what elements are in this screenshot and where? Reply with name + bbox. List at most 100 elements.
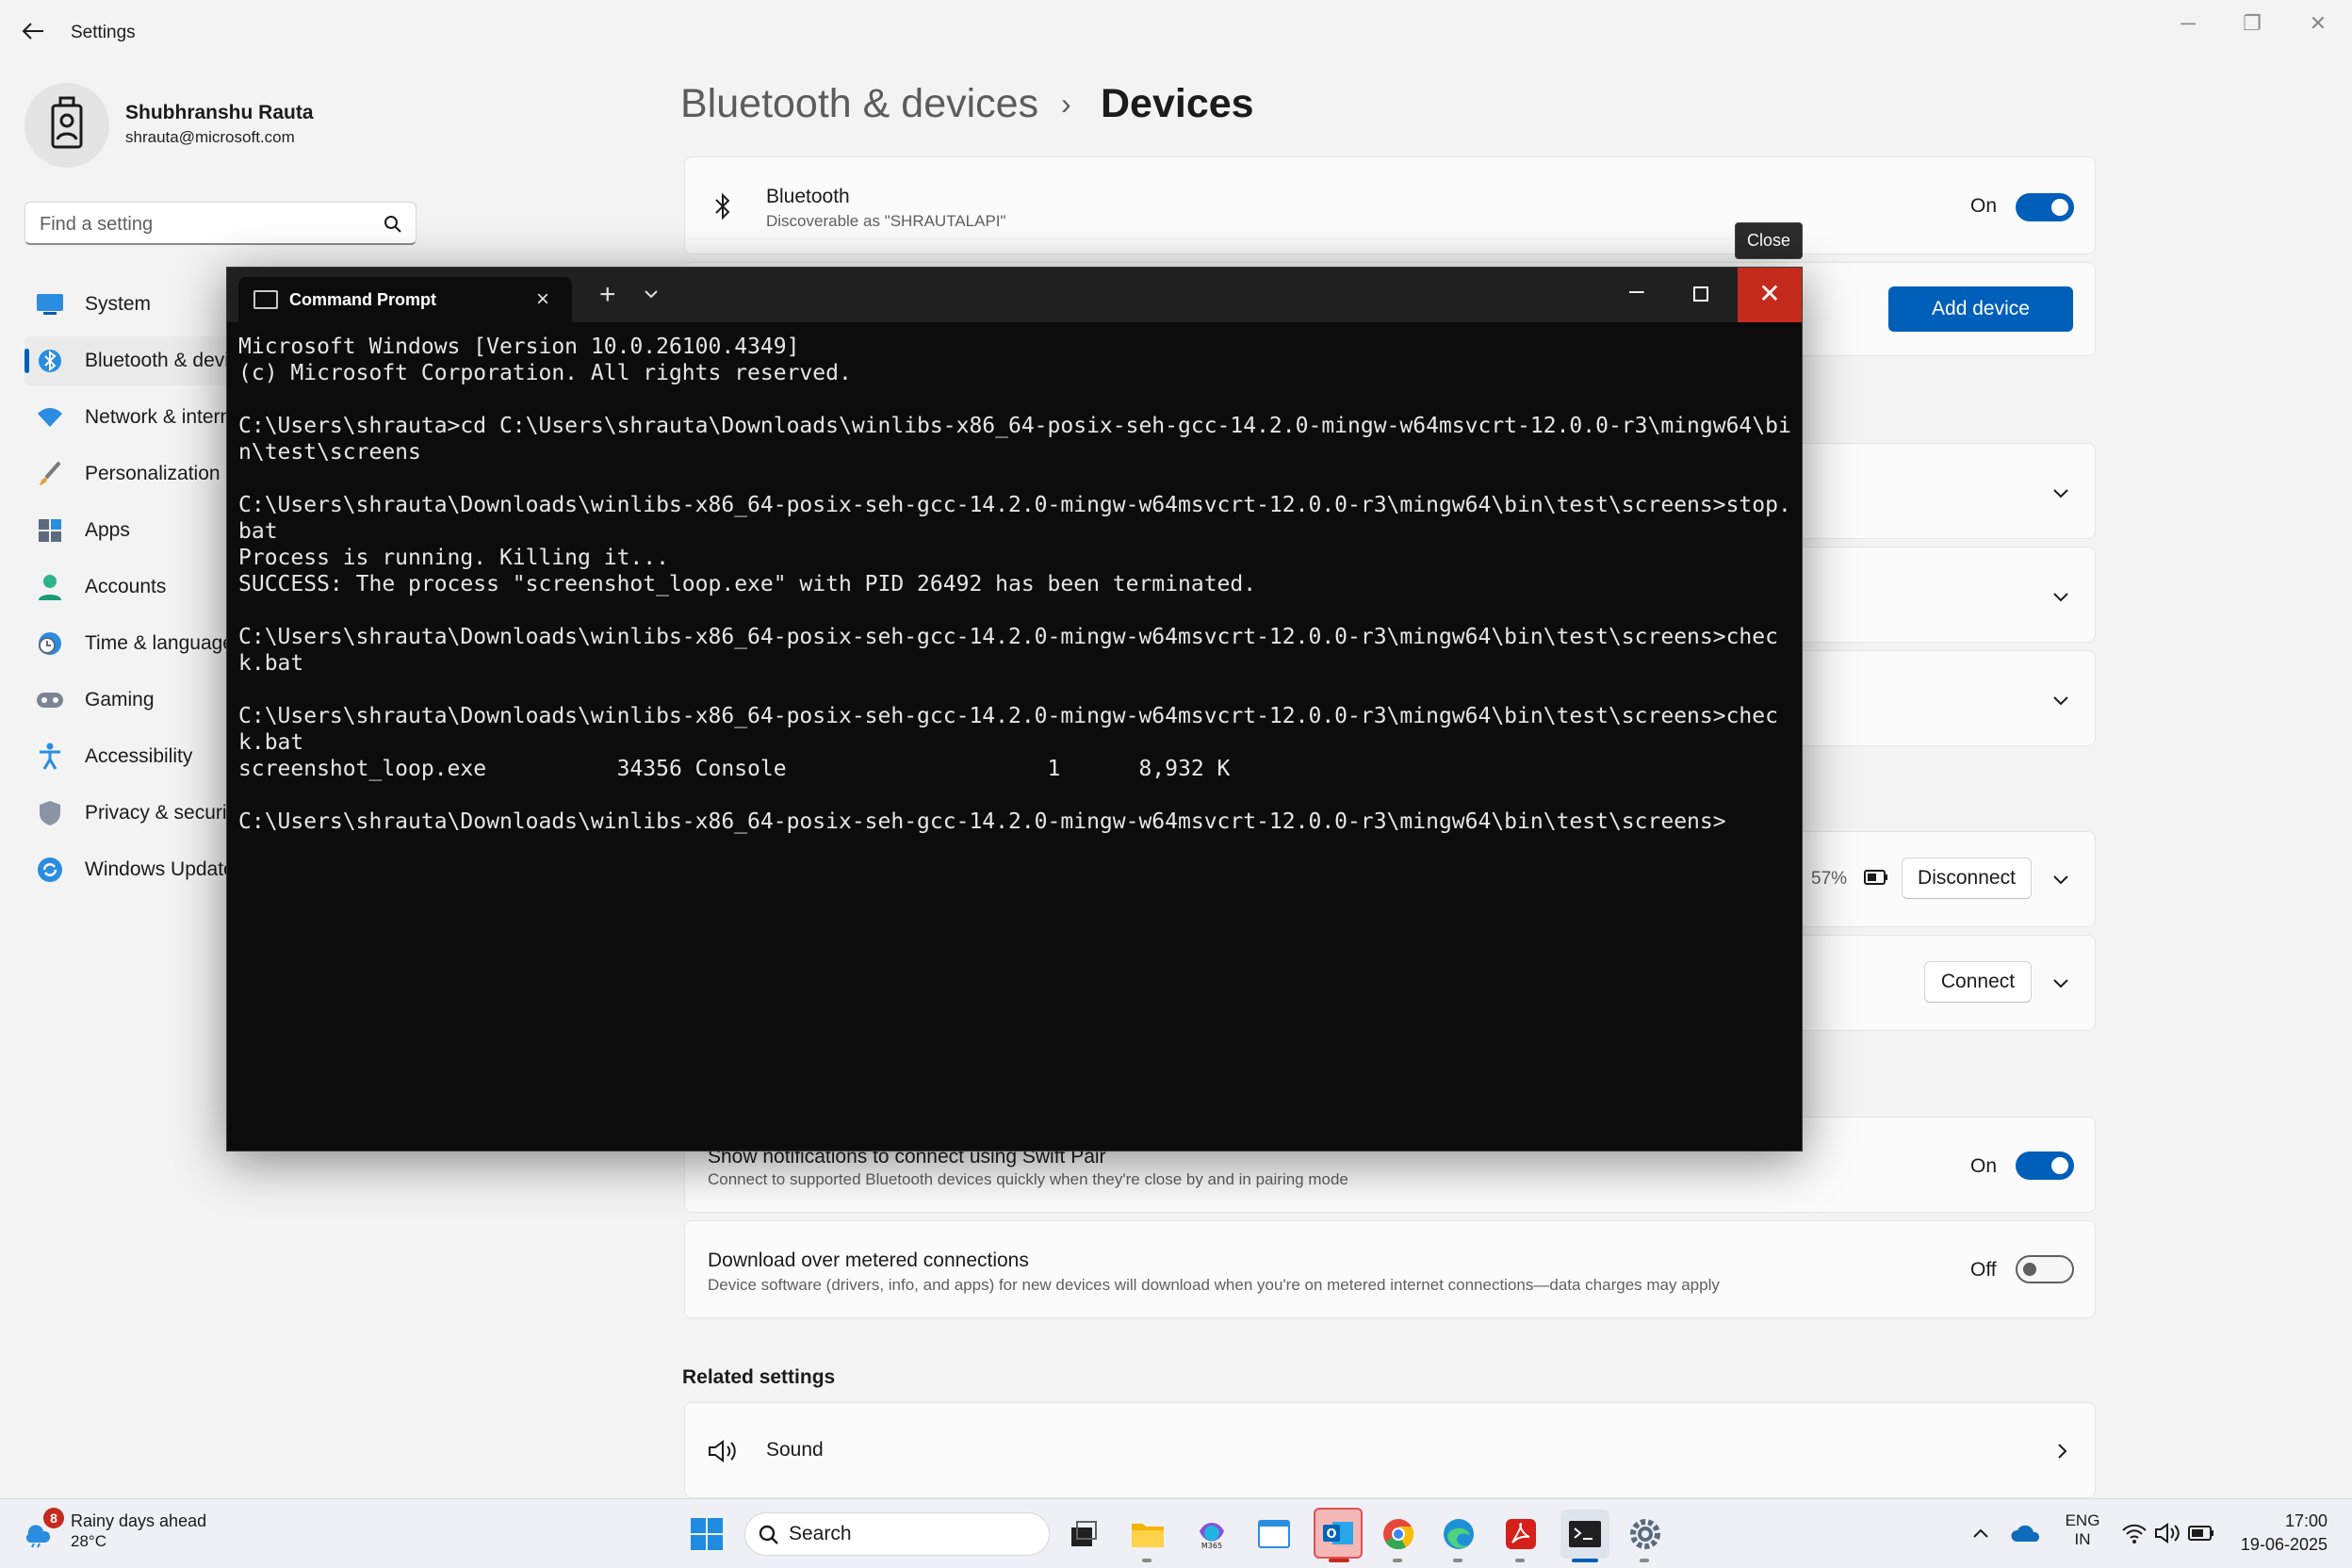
taskbar-search-label: Search: [789, 1523, 852, 1544]
window-app-icon[interactable]: [1253, 1513, 1295, 1555]
nav-label: Time & language: [85, 632, 234, 654]
cmd-close-button[interactable]: ✕: [1738, 268, 1802, 322]
running-indicator: [1515, 1559, 1525, 1562]
outlook-icon[interactable]: O: [1314, 1508, 1363, 1559]
terminal-output[interactable]: Microsoft Windows [Version 10.0.26100.43…: [238, 334, 1793, 835]
weather-text[interactable]: Rainy days ahead: [71, 1511, 206, 1531]
new-tab-icon[interactable]: +: [599, 279, 616, 311]
acrobat-icon[interactable]: [1500, 1513, 1542, 1555]
cmd-tab[interactable]: Command Prompt ×: [238, 277, 572, 322]
settings-search[interactable]: [24, 202, 416, 245]
chevron-down-icon[interactable]: [2050, 869, 2071, 890]
breadcrumb-parent[interactable]: Bluetooth & devices: [680, 81, 1038, 127]
nav-label: Privacy & security: [85, 802, 241, 824]
battery-icon[interactable]: [2188, 1525, 2214, 1542]
close-window-button[interactable]: ✕: [2299, 11, 2337, 36]
start-button[interactable]: [686, 1513, 727, 1555]
search-icon[interactable]: [384, 215, 402, 234]
window-title: Settings: [71, 23, 136, 42]
wifi-icon[interactable]: [2122, 1523, 2147, 1544]
nav-label: Accessibility: [85, 745, 193, 767]
nav-item-apps[interactable]: Apps: [24, 506, 241, 555]
restore-button[interactable]: ❐: [2233, 11, 2271, 36]
nav-item-time-language[interactable]: Time & language: [24, 619, 241, 668]
lang-line-2: IN: [2074, 1530, 2091, 1548]
accessibility-icon: [36, 743, 64, 771]
nav-item-accounts[interactable]: Accounts: [24, 563, 241, 612]
connect-button[interactable]: Connect: [1924, 961, 2032, 1003]
metered-toggle[interactable]: [2016, 1255, 2074, 1283]
chevron-up-icon[interactable]: [1971, 1525, 1990, 1544]
search-input[interactable]: [40, 214, 360, 236]
bluetooth-icon: [36, 347, 64, 375]
nav-item-accessibility[interactable]: Accessibility: [24, 732, 241, 781]
bluetooth-title: Bluetooth: [766, 186, 850, 207]
settings-gear-icon[interactable]: [1625, 1513, 1666, 1555]
disconnect-button[interactable]: Disconnect: [1902, 858, 2032, 899]
add-device-button[interactable]: Add device: [1888, 286, 2073, 332]
shield-icon: [36, 799, 64, 827]
nav-label: Gaming: [85, 689, 155, 710]
cmd-minimize-button[interactable]: –: [1629, 275, 1644, 305]
chrome-icon[interactable]: [1378, 1513, 1419, 1555]
avatar[interactable]: [24, 83, 109, 168]
command-prompt-window[interactable]: Command Prompt × + – ✕ Microsoft Windows…: [226, 267, 1803, 1152]
edge-icon[interactable]: [1438, 1513, 1479, 1555]
active-indicator: [24, 349, 29, 373]
running-indicator: [1142, 1559, 1152, 1562]
bluetooth-subtitle: Discoverable as "SHRAUTALAPI": [766, 212, 1006, 230]
breadcrumb-separator: ›: [1061, 87, 1071, 121]
chevron-down-icon[interactable]: [2050, 690, 2071, 710]
file-explorer-icon[interactable]: [1127, 1513, 1168, 1555]
volume-icon[interactable]: [2154, 1523, 2180, 1544]
close-tab-icon[interactable]: ×: [536, 286, 549, 313]
terminal-app-icon[interactable]: [1560, 1510, 1609, 1559]
bluetooth-card: Bluetooth Discoverable as "SHRAUTALAPI" …: [684, 156, 2096, 254]
nav-item-privacy[interactable]: Privacy & security: [24, 789, 241, 838]
weather-badge: 8: [43, 1508, 64, 1528]
taskbar: [0, 1498, 2352, 1568]
swift-pair-toggle[interactable]: [2016, 1152, 2074, 1180]
chevron-down-icon[interactable]: [2050, 586, 2071, 607]
back-arrow-icon[interactable]: [21, 21, 45, 41]
user-name: Shubhranshu Rauta: [125, 102, 314, 123]
nav-label: System: [85, 293, 152, 315]
battery-icon: [1864, 870, 1887, 885]
m365-icon[interactable]: M365: [1191, 1513, 1233, 1555]
nav-item-system[interactable]: System: [24, 280, 241, 329]
nav-item-windows-update[interactable]: Windows Update: [24, 845, 241, 894]
terminal-icon: [253, 290, 278, 309]
swift-pair-subtitle: Connect to supported Bluetooth devices q…: [708, 1170, 1348, 1188]
minimize-button[interactable]: ─: [2169, 11, 2207, 36]
clock-date: 19-06-2025: [2240, 1535, 2328, 1554]
onedrive-icon[interactable]: [2011, 1523, 2041, 1544]
nav-label: Bluetooth & devices: [85, 350, 241, 371]
cmd-maximize-button[interactable]: [1693, 286, 1708, 302]
weather-temp: 28°C: [71, 1532, 106, 1550]
gamepad-icon: [36, 686, 64, 714]
update-icon: [36, 856, 64, 884]
chevron-down-icon[interactable]: [2050, 482, 2071, 503]
bluetooth-toggle[interactable]: [2016, 193, 2074, 221]
nav-item-network[interactable]: Network & internet: [24, 393, 241, 442]
language-indicator[interactable]: ENG IN: [2064, 1511, 2101, 1549]
nav-item-bluetooth[interactable]: Bluetooth & devices: [24, 336, 241, 385]
task-view-icon[interactable]: [1063, 1513, 1104, 1555]
cmd-title-bar[interactable]: Command Prompt × + – ✕: [227, 268, 1802, 322]
taskbar-clock[interactable]: 17:00 19-06-2025: [2235, 1511, 2328, 1555]
related-settings-title: Related settings: [682, 1366, 836, 1388]
nav-item-personalization[interactable]: Personalization: [24, 449, 241, 498]
sound-link[interactable]: Sound: [684, 1402, 2096, 1498]
person-icon: [36, 573, 64, 601]
metered-card: Download over metered connections Device…: [684, 1220, 2096, 1318]
metered-subtitle: Device software (drivers, info, and apps…: [708, 1276, 1720, 1294]
taskbar-search[interactable]: Search: [744, 1512, 1050, 1556]
wifi-icon: [36, 403, 64, 432]
battery-percent: 57%: [1811, 869, 1848, 889]
nav-item-gaming[interactable]: Gaming: [24, 676, 241, 725]
chevron-down-icon[interactable]: [2050, 972, 2071, 993]
running-indicator: [1453, 1559, 1462, 1562]
chevron-down-icon[interactable]: [642, 285, 661, 303]
close-tooltip: Close: [1735, 222, 1804, 259]
speaker-icon: [709, 1440, 736, 1462]
